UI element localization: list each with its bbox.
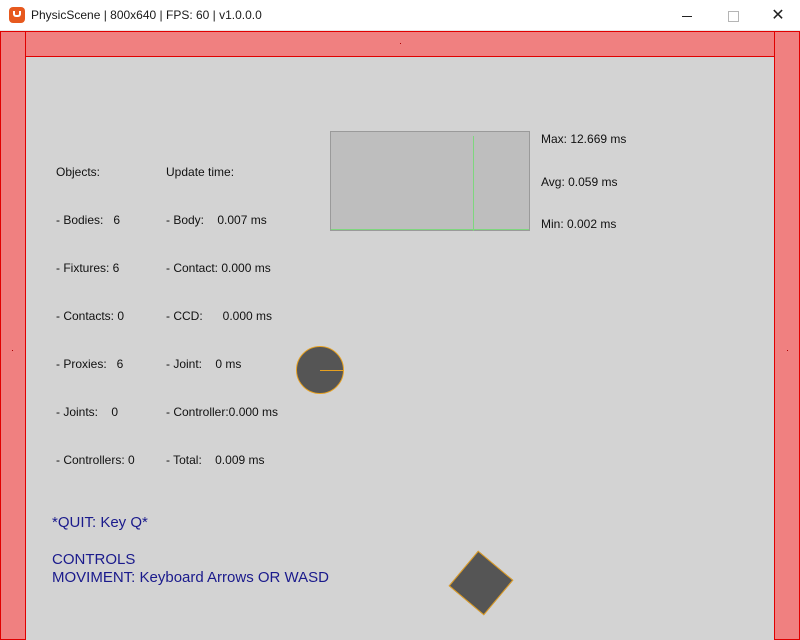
close-button[interactable]: ✕ (755, 0, 800, 31)
debug-objects-line: - Contacts: 0 (56, 309, 125, 323)
avg-stat: Avg: 0.059 ms (541, 175, 618, 189)
debug-objects-line: - Joints: 0 (56, 405, 119, 419)
debug-update-line: - Joint: 0 ms (166, 357, 242, 371)
graph-spike-line (473, 136, 474, 231)
minimize-icon (682, 15, 692, 17)
movement-hint: MOVIMENT: Keyboard Arrows OR WASD (52, 569, 330, 586)
debug-objects-panel: Objects: - Bodies: 6 - Fixtures: 6 - Con… (56, 132, 135, 500)
performance-graph (330, 131, 530, 231)
wall-center-marker (12, 350, 13, 351)
debug-objects-line: Objects: (56, 165, 101, 179)
game-viewport[interactable]: Objects: - Bodies: 6 - Fixtures: 6 - Con… (0, 31, 800, 640)
debug-update-time-panel: Update time: - Body: 0.007 ms - Contact:… (166, 132, 278, 500)
window-title: PhysicScene | 800x640 | FPS: 60 | v1.0.0… (31, 8, 262, 22)
debug-update-line: - Total: 0.009 ms (166, 453, 265, 467)
maximize-icon (727, 10, 739, 22)
square-body (448, 550, 514, 616)
debug-update-line: - Body: 0.007 ms (166, 213, 267, 227)
circle-orientation-line (320, 370, 344, 371)
debug-objects-line: - Fixtures: 6 (56, 261, 120, 275)
title-bar: PhysicScene | 800x640 | FPS: 60 | v1.0.0… (0, 0, 800, 31)
debug-update-line: Update time: (166, 165, 235, 179)
graph-baseline (331, 229, 529, 230)
minimize-button[interactable] (664, 0, 710, 31)
wall-center-marker (787, 350, 788, 351)
circle-body (296, 346, 344, 394)
left-wall (0, 31, 26, 640)
top-wall (0, 31, 800, 57)
quit-hint: *QUIT: Key Q* (52, 514, 148, 531)
debug-objects-line: - Controllers: 0 (56, 453, 135, 467)
wall-center-marker (400, 43, 401, 44)
debug-objects-line: - Bodies: 6 (56, 213, 121, 227)
app-icon (9, 7, 25, 23)
min-stat: Min: 0.002 ms (541, 217, 617, 231)
right-wall (774, 31, 800, 640)
debug-update-line: - Controller:0.000 ms (166, 405, 279, 419)
maximize-button[interactable] (710, 0, 756, 31)
max-stat: Max: 12.669 ms (541, 132, 627, 146)
debug-update-line: - CCD: 0.000 ms (166, 309, 273, 323)
controls-heading: CONTROLS (52, 551, 136, 568)
debug-objects-line: - Proxies: 6 (56, 357, 124, 371)
close-icon: ✕ (771, 7, 785, 24)
debug-update-line: - Contact: 0.000 ms (166, 261, 271, 275)
